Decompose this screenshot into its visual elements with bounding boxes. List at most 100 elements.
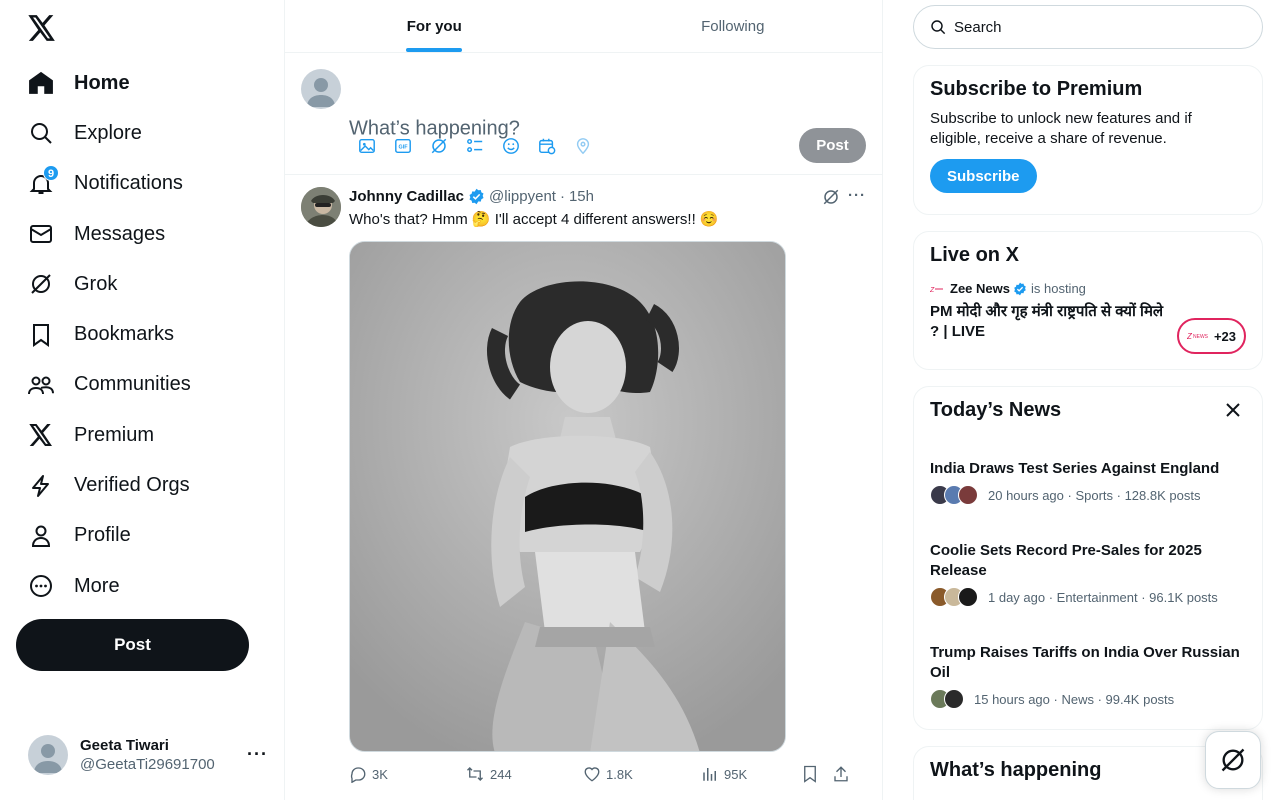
author-name[interactable]: Johnny Cadillac (349, 188, 464, 205)
subscribe-button[interactable]: Subscribe (930, 159, 1037, 193)
account-switcher[interactable]: Geeta Tiwari @GeetaTi29691700 ··· (28, 732, 268, 778)
x-logo-icon[interactable] (26, 12, 58, 44)
view-count: 95K (724, 766, 748, 782)
close-icon[interactable] (1226, 403, 1240, 422)
nav-messages[interactable]: Messages (16, 209, 266, 259)
like-button[interactable]: 1.8K (583, 765, 633, 783)
location-icon[interactable] (565, 128, 601, 164)
tweet-header: Johnny Cadillac @lippyent · 15h (349, 188, 594, 205)
grok-icon[interactable] (421, 128, 457, 164)
reply-button[interactable]: 3K (349, 765, 388, 783)
tab-indicator (406, 48, 463, 52)
svg-text:GIF: GIF (399, 145, 409, 151)
nav-label: Profile (74, 524, 131, 547)
compose-post-button[interactable]: Post (799, 128, 866, 163)
host-name: Zee News (950, 281, 1010, 296)
home-icon (28, 70, 54, 96)
search-icon (930, 19, 946, 35)
news-item[interactable]: India Draws Test Series Against England … (930, 459, 1248, 505)
tweet-time[interactable]: 15h (569, 188, 594, 205)
nav-label: Notifications (74, 172, 183, 195)
communities-icon (28, 372, 54, 398)
gif-icon[interactable]: GIF (385, 128, 421, 164)
nav-bookmarks[interactable]: Bookmarks (16, 309, 266, 359)
live-listeners-pill[interactable]: Z NEWS +23 (1177, 318, 1246, 354)
left-sidebar: Home Explore 9 Notifications Messages Gr… (0, 0, 284, 800)
repost-icon (467, 767, 483, 781)
schedule-icon[interactable] (529, 128, 565, 164)
notification-badge: 9 (43, 164, 59, 181)
account-name: Geeta Tiwari (80, 737, 169, 754)
image-icon[interactable] (349, 128, 385, 164)
search-box[interactable] (913, 5, 1263, 49)
news-meta: 20 hours ago · Sports · 128.8K posts (988, 487, 1201, 503)
views-button[interactable]: 95K (701, 765, 747, 783)
live-host[interactable]: Z Zee News is hosting (930, 281, 1246, 296)
separator-dot: · (559, 188, 565, 205)
news-title: Today’s News (930, 399, 1062, 421)
zee-news-logo-icon: Z (930, 283, 944, 295)
main-nav: Home Explore 9 Notifications Messages Gr… (16, 58, 266, 611)
poll-icon[interactable] (457, 128, 493, 164)
grok-floating-button[interactable] (1205, 731, 1261, 789)
verified-badge-icon (1013, 282, 1027, 296)
live-stream-title[interactable]: PM मोदी और गृह मंत्री राष्ट्रपति से क्यो… (930, 302, 1170, 342)
nav-grok[interactable]: Grok (16, 259, 266, 309)
grok-icon (28, 271, 54, 297)
grok-icon[interactable] (822, 188, 840, 211)
tweet-text: Who's that? Hmm 🤔 I'll accept 4 differen… (349, 211, 719, 228)
svg-text:NEWS: NEWS (1193, 334, 1209, 340)
author-handle[interactable]: @lippyent (489, 188, 556, 205)
listener-count: +23 (1213, 328, 1236, 344)
nav-label: Premium (74, 423, 155, 446)
whats-happening-title: What’s happening (930, 759, 1102, 781)
nav-explore[interactable]: Explore (16, 108, 266, 158)
more-circle-icon (28, 573, 54, 599)
main-feed: For you Following GIF (284, 0, 883, 800)
nav-communities[interactable]: Communities (16, 360, 266, 410)
zee-news-logo-icon: Z NEWS (1187, 332, 1209, 341)
avatar[interactable] (301, 187, 341, 227)
news-card: Today’s News India Draws Test Series Aga… (913, 386, 1263, 730)
nav-home[interactable]: Home (16, 58, 266, 108)
live-card: Live on X Z Zee News is hosting PM मोदी … (913, 231, 1263, 370)
nav-label: More (74, 574, 120, 597)
avatar[interactable] (301, 69, 341, 109)
more-dots-icon[interactable]: ··· (848, 187, 866, 204)
envelope-icon (28, 221, 54, 247)
heart-icon (584, 767, 600, 782)
avatar (28, 735, 68, 775)
premium-card: Subscribe to Premium Subscribe to unlock… (913, 65, 1263, 215)
tab-following[interactable]: Following (584, 0, 883, 52)
nav-more[interactable]: More (16, 561, 266, 611)
repost-count: 244 (490, 766, 512, 782)
more-dots-icon[interactable]: ··· (247, 744, 268, 765)
nav-profile[interactable]: Profile (16, 511, 266, 561)
verified-badge-icon (468, 188, 485, 205)
nav-verified-orgs[interactable]: Verified Orgs (16, 460, 266, 510)
repost-button[interactable]: 244 (465, 765, 512, 783)
nav-label: Explore (74, 121, 142, 144)
news-item[interactable]: Trump Raises Tariffs on India Over Russi… (930, 643, 1248, 709)
nav-label: Grok (74, 272, 118, 295)
emoji-icon[interactable] (493, 128, 529, 164)
tab-label: For you (406, 17, 462, 35)
nav-label: Communities (74, 373, 191, 396)
share-button[interactable] (832, 765, 850, 783)
news-meta: 15 hours ago · News · 99.4K posts (974, 691, 1175, 707)
search-input[interactable] (954, 18, 1244, 36)
host-suffix: is hosting (1030, 281, 1086, 296)
premium-title: Subscribe to Premium (930, 78, 1143, 100)
share-icon (834, 766, 848, 782)
tweet-photo[interactable] (349, 241, 786, 752)
post-button[interactable]: Post (16, 619, 249, 671)
live-title: Live on X (930, 244, 1019, 266)
nav-label: Verified Orgs (74, 474, 190, 497)
nav-notifications[interactable]: 9 Notifications (16, 159, 266, 209)
bookmark-button[interactable] (801, 765, 819, 783)
news-item[interactable]: Coolie Sets Record Pre-Sales for 2025 Re… (930, 541, 1248, 607)
tab-for-you[interactable]: For you (285, 0, 584, 52)
nav-premium[interactable]: Premium (16, 410, 266, 460)
account-handle: @GeetaTi29691700 (80, 756, 215, 773)
news-avatars (930, 485, 978, 505)
